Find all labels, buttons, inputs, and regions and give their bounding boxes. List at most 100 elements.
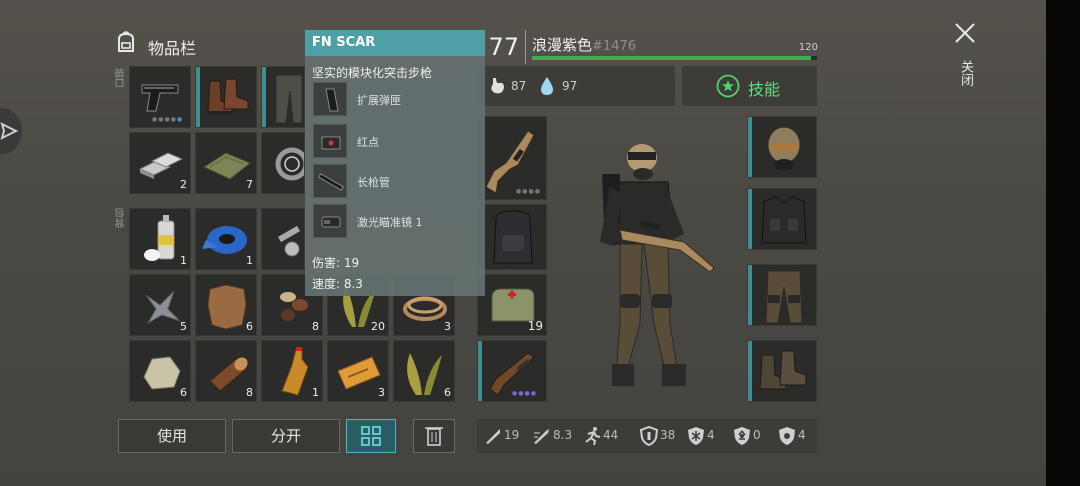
sort-button[interactable]	[346, 419, 396, 453]
backpack-slot-leather[interactable]: 6	[195, 274, 257, 336]
item-count: 6	[180, 386, 187, 399]
item-count: 1	[312, 386, 319, 399]
bag-slot-medkit[interactable]: 19	[477, 274, 547, 336]
mod-row[interactable]: 长枪管	[313, 164, 478, 198]
xp-bar-fill	[532, 56, 812, 60]
armor-slot-helmet[interactable]	[747, 116, 817, 178]
toxic-shield-icon	[779, 427, 795, 445]
backpack-slot-duct-tape[interactable]: 1	[195, 208, 257, 270]
backpack-slot-coupon[interactable]: 3	[327, 340, 389, 402]
player-level: 77	[488, 33, 519, 61]
mod-row[interactable]: 扩展弹匣	[313, 82, 478, 116]
backpack-slot-spray-can[interactable]: 1	[129, 208, 191, 270]
mod-row[interactable]: 红点	[313, 124, 478, 158]
mod-slot	[313, 164, 347, 198]
helmet-icon	[767, 126, 801, 171]
item-count: 1	[180, 254, 187, 267]
item-count: 5	[180, 320, 187, 333]
close-button[interactable]: 关闭	[948, 20, 982, 100]
water-drop-icon	[541, 77, 553, 95]
player-name-text: 浪漫紫色	[532, 36, 593, 54]
player-id: #1476	[592, 39, 636, 54]
vest-icon	[761, 196, 807, 244]
stat-speed: 8.3	[553, 428, 573, 442]
mod-label: 长枪管	[357, 176, 390, 189]
weapon-slot-shotgun[interactable]: ●●●●	[477, 340, 547, 402]
backpack-slot-bottle[interactable]: 1	[261, 340, 323, 402]
pocket-label: 口袋	[116, 68, 127, 88]
item-count: 8	[246, 386, 253, 399]
stomach-icon	[491, 78, 504, 94]
quality-dots: ●●●●●	[152, 116, 184, 123]
bolts-icon	[277, 225, 301, 257]
inventory-screen: 物品栏 口袋 背包 ●●●●● 2 7 1 1 5 6 8 20 3 6 8 1…	[0, 0, 1080, 486]
item-count: 7	[246, 178, 253, 191]
backpack-slot-metal-scrap[interactable]: 5	[129, 274, 191, 336]
mod-slot	[313, 124, 347, 158]
item-count: 8	[312, 320, 319, 333]
vitals-box: 87 97	[477, 66, 675, 106]
mod-slot	[313, 82, 347, 116]
backpack-slot-wood-log[interactable]: 8	[195, 340, 257, 402]
item-count: 20	[371, 320, 385, 333]
backpack-slot-stone[interactable]: 6	[129, 340, 191, 402]
backpack-icon	[118, 31, 134, 52]
item-count: 2	[180, 178, 187, 191]
item-count: 3	[378, 386, 385, 399]
backpack-icon	[493, 210, 533, 264]
character-figure	[600, 144, 715, 386]
pocket-slot-metal-ingot[interactable]: 2	[129, 132, 191, 194]
close-label: 关闭	[958, 60, 973, 86]
pocket-slot-bearing[interactable]	[261, 132, 305, 194]
mod-label: 扩展弹匣	[357, 94, 401, 107]
use-button[interactable]: 使用	[118, 419, 226, 453]
weapon-slot-rifle[interactable]: ●●●●	[477, 116, 547, 200]
mod-slot	[313, 204, 347, 238]
pocket-slot-pistol[interactable]: ●●●●●	[129, 66, 191, 128]
damage-icon	[486, 429, 500, 444]
tooltip-description: 坚实的模块化突击步枪	[312, 66, 433, 80]
pocket-slot-boots[interactable]	[195, 66, 257, 128]
backpack-slot-bolts[interactable]	[261, 208, 305, 270]
food-value: 87	[511, 79, 527, 93]
tooltip-damage: 伤害: 19	[312, 256, 360, 270]
radiation-shield-icon	[734, 427, 750, 445]
mod-row[interactable]: 激光瞄准镜 1	[313, 204, 478, 238]
item-tooltip: FN SCAR 坚实的模块化突击步枪 扩展弹匣 红点 长枪管 激光瞄准镜 1 伤…	[305, 30, 485, 296]
water-value: 97	[562, 79, 578, 93]
skills-button[interactable]: 技能	[682, 66, 817, 106]
tooltip-title: FN SCAR	[305, 30, 485, 56]
bag-slot-backpack[interactable]	[477, 204, 547, 270]
armor-slot-boots[interactable]	[747, 340, 817, 402]
laser-sight-icon	[321, 216, 341, 228]
stat-toxic: 4	[798, 428, 806, 442]
armor-slot-vest[interactable]	[747, 188, 817, 250]
quality-dots: ●●●●	[516, 188, 541, 195]
item-count: 19	[527, 319, 543, 333]
backpack-slot-plant-fiber-2[interactable]: 6	[393, 340, 455, 402]
stat-damage: 19	[504, 428, 520, 442]
attack-speed-icon	[534, 429, 549, 444]
stat-radiation: 0	[753, 428, 761, 442]
xp-max: 120	[798, 42, 818, 53]
send-icon	[0, 122, 19, 140]
trash-button[interactable]	[413, 419, 455, 453]
star-icon	[716, 74, 740, 98]
split-button[interactable]: 分开	[232, 419, 340, 453]
mod-label: 激光瞄准镜 1	[357, 216, 423, 229]
pocket-slot-cloth[interactable]: 7	[195, 132, 257, 194]
boots-icon	[207, 78, 249, 115]
tooltip-speed: 速度: 8.3	[312, 277, 363, 291]
running-icon	[585, 427, 601, 446]
backpack-label: 背包	[116, 208, 127, 228]
stat-armor: 38	[660, 428, 676, 442]
share-button[interactable]	[0, 108, 22, 154]
trash-icon	[425, 427, 443, 446]
armor-slot-pants[interactable]	[747, 264, 817, 326]
pocket-slot-pants[interactable]	[261, 66, 305, 128]
inventory-title: 物品栏	[148, 39, 197, 58]
item-count: 6	[444, 386, 451, 399]
pants-icon	[275, 74, 303, 124]
stat-movement: 44	[603, 428, 619, 442]
armor-boots-icon	[759, 350, 807, 390]
